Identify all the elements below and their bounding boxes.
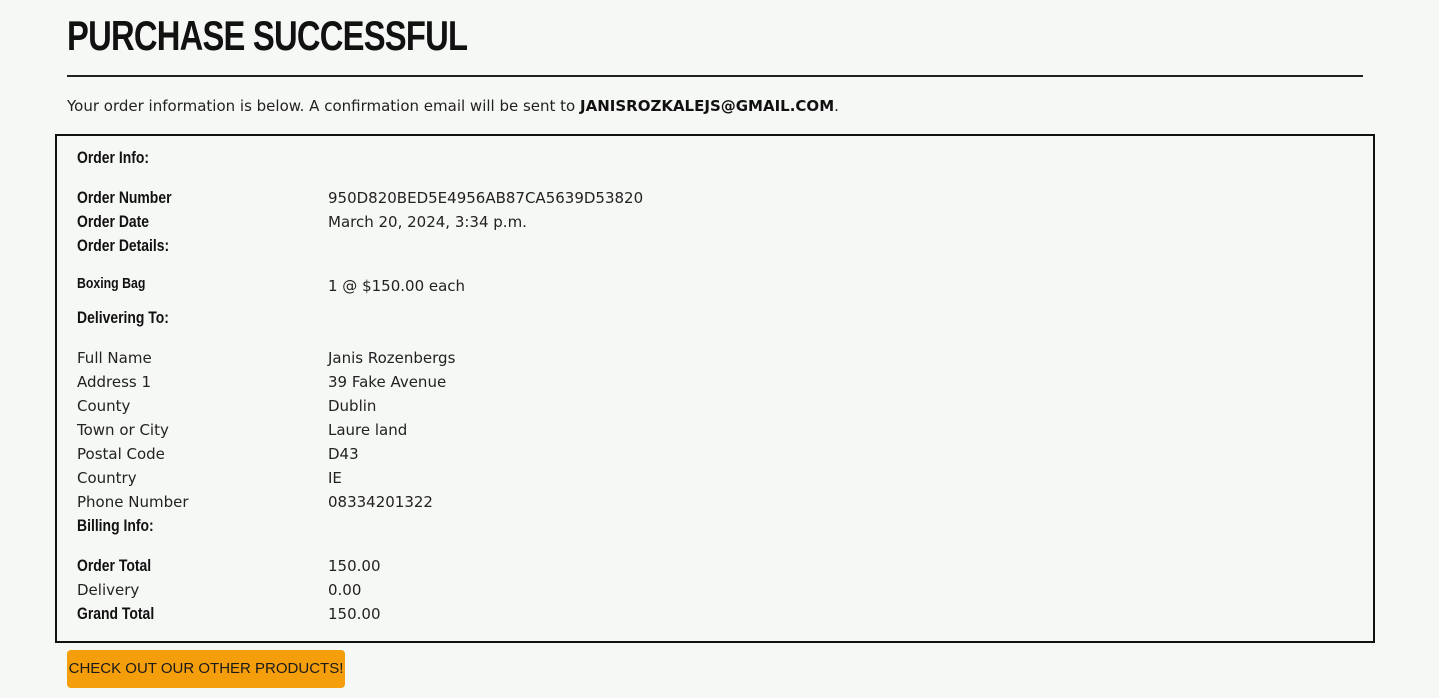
address-1-value: 39 Fake Avenue: [328, 373, 447, 391]
delivery-cost-row: Delivery 0.00: [77, 578, 1357, 602]
page-title: PURCHASE SUCCESSFUL: [67, 12, 468, 59]
grand-total-label: Grand Total: [77, 604, 155, 623]
order-item-quantity-price: 1 @ $150.00 each: [328, 277, 466, 295]
delivery-row: Full Name Janis Rozenbergs: [77, 346, 1357, 370]
country-value: IE: [328, 469, 342, 487]
title-divider: [67, 75, 1363, 77]
grand-total-row: Grand Total 150.00: [77, 602, 1357, 626]
delivery-row: Postal Code D43: [77, 442, 1357, 466]
delivery-row: Country IE: [77, 466, 1357, 490]
full-name-label: Full Name: [77, 349, 152, 367]
billing-info-heading-row: Billing Info:: [77, 514, 1357, 538]
delivery-row: Phone Number 08334201322: [77, 490, 1357, 514]
town-or-city-label: Town or City: [77, 421, 169, 439]
delivering-to-heading-row: Delivering To:: [77, 306, 1357, 330]
intro-period: .: [834, 97, 839, 115]
order-date-label: Order Date: [77, 212, 150, 231]
delivering-to-heading: Delivering To:: [77, 308, 169, 327]
grand-total-value: 150.00: [328, 605, 381, 623]
intro-text: Your order information is below. A confi…: [67, 96, 839, 116]
order-details-row: Order Details:: [77, 234, 1357, 258]
phone-number-value: 08334201322: [328, 493, 433, 511]
address-1-label: Address 1: [77, 373, 152, 391]
intro-message: Your order information is below. A confi…: [67, 97, 581, 115]
order-info-heading-row: Order Info:: [77, 146, 1357, 170]
order-date-row: Order Date March 20, 2024, 3:34 p.m.: [77, 210, 1357, 234]
order-date-value: March 20, 2024, 3:34 p.m.: [328, 213, 527, 231]
postal-code-label: Postal Code: [77, 445, 165, 463]
order-item-name: Boxing Bag: [77, 275, 146, 292]
county-label: County: [77, 397, 131, 415]
order-total-value: 150.00: [328, 557, 381, 575]
order-total-label: Order Total: [77, 556, 152, 575]
order-summary-box: Order Info: Order Number 950D820BED5E495…: [55, 134, 1375, 643]
order-item-row: Boxing Bag 1 @ $150.00 each: [77, 272, 1357, 296]
confirmation-email: JANISROZKALEJS@GMAIL.COM: [580, 97, 835, 115]
county-value: Dublin: [328, 397, 377, 415]
delivery-cost-label: Delivery: [77, 581, 140, 599]
delivery-cost-value: 0.00: [328, 581, 362, 599]
order-info-heading: Order Info:: [77, 148, 150, 167]
delivery-row: Address 1 39 Fake Avenue: [77, 370, 1357, 394]
order-total-row: Order Total 150.00: [77, 554, 1357, 578]
delivery-row: County Dublin: [77, 394, 1357, 418]
delivery-row: Town or City Laure land: [77, 418, 1357, 442]
checkout-success-page: PURCHASE SUCCESSFUL Your order informati…: [0, 0, 1439, 698]
order-details-label: Order Details:: [77, 236, 170, 255]
full-name-value: Janis Rozenbergs: [328, 349, 456, 367]
order-number-row: Order Number 950D820BED5E4956AB87CA5639D…: [77, 186, 1357, 210]
phone-number-label: Phone Number: [77, 493, 189, 511]
town-or-city-value: Laure land: [328, 421, 408, 439]
check-out-other-products-button[interactable]: CHECK OUT OUR OTHER PRODUCTS!: [67, 650, 345, 688]
billing-info-heading: Billing Info:: [77, 516, 154, 535]
order-number-value: 950D820BED5E4956AB87CA5639D53820: [328, 189, 644, 207]
order-number-label: Order Number: [77, 188, 172, 207]
postal-code-value: D43: [328, 445, 359, 463]
country-label: Country: [77, 469, 137, 487]
